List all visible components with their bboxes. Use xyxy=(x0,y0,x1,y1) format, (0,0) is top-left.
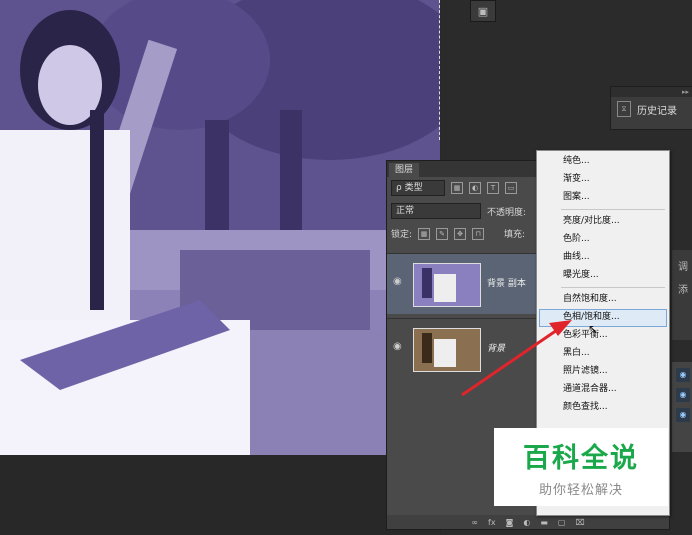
eye-icon[interactable]: ◉ xyxy=(676,368,690,382)
history-panel[interactable]: ▸▸ ⧖ 历史记录 xyxy=(610,86,692,130)
menu-item-photo-filter[interactable]: 照片滤镜... xyxy=(563,363,608,379)
adjustment-icon[interactable]: ◐ xyxy=(523,518,530,527)
panel-toggle-icon[interactable]: ▣ xyxy=(470,0,496,22)
layer-thumbnail xyxy=(413,263,481,307)
edge-label-1: 调 xyxy=(678,262,688,273)
tab-layers[interactable]: 图层 xyxy=(389,163,420,177)
blend-mode-select[interactable]: 正常 xyxy=(391,203,481,219)
eye-icon[interactable]: ◉ xyxy=(676,388,690,402)
visibility-eye-icon[interactable]: ◉ xyxy=(393,276,402,287)
menu-item-curves[interactable]: 曲线... xyxy=(563,249,590,265)
new-layer-icon[interactable]: ▢ xyxy=(558,518,566,527)
visibility-eye-icon[interactable]: ◉ xyxy=(393,341,402,352)
edge-label-2: 添 xyxy=(678,285,688,296)
lock-move-icon[interactable]: ✥ xyxy=(454,227,467,240)
fill-label: 填充: xyxy=(504,230,526,240)
selection-marquee xyxy=(439,0,440,140)
menu-item-brightness-contrast[interactable]: 亮度/对比度... xyxy=(563,213,620,229)
lock-label: 锁定: xyxy=(391,230,413,240)
opacity-label: 不透明度: xyxy=(487,207,527,218)
folder-icon[interactable]: ▬ xyxy=(540,518,548,527)
menu-item-color-balance[interactable]: 色彩平衡... xyxy=(563,327,608,343)
menu-item-channel-mixer[interactable]: 通道混合器... xyxy=(563,381,617,397)
photo-image xyxy=(0,0,440,455)
menu-item-solid-color[interactable]: 纯色... xyxy=(563,153,590,169)
lock-transparent-icon[interactable]: ▦ xyxy=(418,227,431,240)
menu-item-black-white[interactable]: 黑白... xyxy=(563,345,590,361)
layers-bottom-bar: ∞ fx ◙ ◐ ▬ ▢ ⌧ xyxy=(387,515,669,529)
watermark: 百科全说 助你轻松解决 xyxy=(494,428,668,506)
layer-name[interactable]: 背景 副本 xyxy=(487,276,526,289)
layer-thumbnail xyxy=(413,328,481,372)
link-icon[interactable]: ∞ xyxy=(471,518,478,527)
paths-panel-edge[interactable]: ◉ ◉ ◉ xyxy=(672,362,692,452)
menu-item-color-lookup[interactable]: 颜色查找... xyxy=(563,399,608,415)
shape-filter-icon[interactable]: ▭ xyxy=(505,182,517,194)
lock-paint-icon[interactable]: ✎ xyxy=(436,227,449,240)
menu-item-gradient[interactable]: 渐变... xyxy=(563,171,590,187)
mouse-cursor-icon: ↖ xyxy=(588,322,599,336)
fx-icon[interactable]: fx xyxy=(488,518,496,527)
adjustment-filter-icon[interactable]: ◐ xyxy=(469,182,481,194)
menu-item-vibrance[interactable]: 自然饱和度... xyxy=(563,291,617,307)
lock-all-icon[interactable]: ⊓ xyxy=(472,227,485,240)
pixel-filter-icon[interactable]: ▦ xyxy=(451,182,463,194)
filter-kind-select[interactable]: ρ 类型 xyxy=(391,180,445,196)
menu-item-exposure[interactable]: 曝光度... xyxy=(563,267,599,283)
menu-separator xyxy=(561,209,665,210)
document-canvas[interactable] xyxy=(0,0,440,455)
adjustments-panel-edge[interactable]: 调 添 xyxy=(672,250,692,340)
watermark-subtitle: 助你轻松解决 xyxy=(538,483,623,498)
history-label: 历史记录 xyxy=(637,105,677,117)
menu-item-pattern[interactable]: 图案... xyxy=(563,189,590,205)
layer-name[interactable]: 背景 xyxy=(487,341,505,354)
trash-icon[interactable]: ⌧ xyxy=(575,518,584,527)
mask-icon[interactable]: ◙ xyxy=(506,518,514,527)
history-icon: ⧖ xyxy=(617,101,631,117)
menu-item-levels[interactable]: 色阶... xyxy=(563,231,590,247)
type-filter-icon[interactable]: T xyxy=(487,182,499,194)
eye-icon[interactable]: ◉ xyxy=(676,408,690,422)
watermark-title: 百科全说 xyxy=(523,443,639,474)
collapse-icon[interactable]: ▸▸ xyxy=(611,87,692,97)
menu-separator xyxy=(561,287,665,288)
